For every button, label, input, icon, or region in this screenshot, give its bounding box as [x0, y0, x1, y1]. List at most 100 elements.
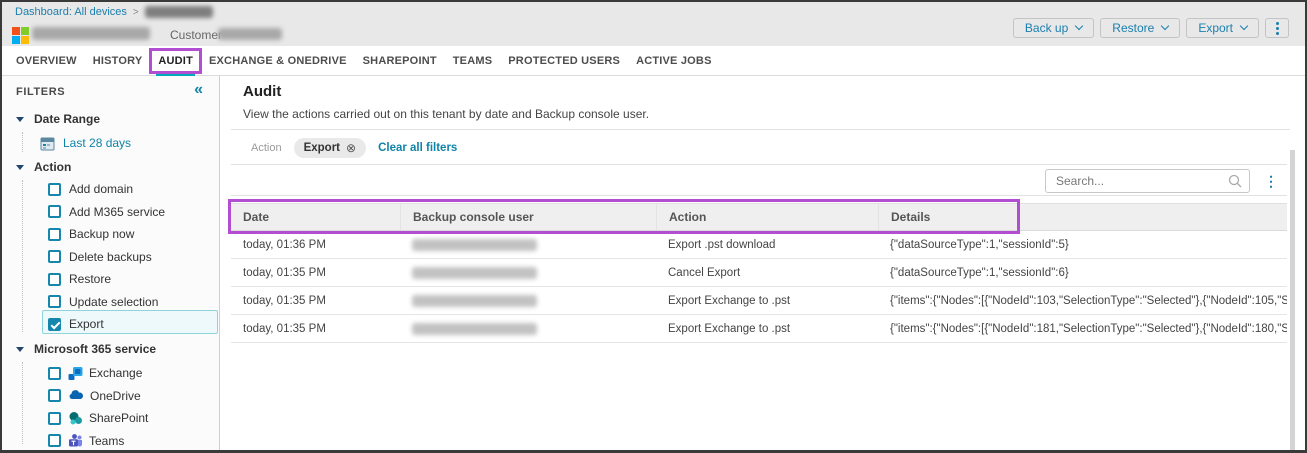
date-range-section-header[interactable]: Date Range — [16, 112, 100, 126]
checkbox-unchecked[interactable] — [48, 273, 61, 286]
clear-all-filters-link[interactable]: Clear all filters — [378, 142, 457, 154]
audit-panel: Audit View the actions carried out on th… — [221, 76, 1305, 450]
app-window: Dashboard: All devices > Customer Back u… — [0, 0, 1307, 453]
cell-user — [400, 287, 656, 314]
onedrive-icon — [68, 388, 84, 403]
checkbox-unchecked[interactable] — [48, 205, 61, 218]
chevron-down-icon — [1240, 22, 1248, 30]
cell-user — [400, 231, 656, 258]
backup-button[interactable]: Back up — [1013, 18, 1094, 38]
filter-option-sharepoint[interactable]: SharePoint — [48, 409, 148, 427]
filter-option-teams[interactable]: Teams — [48, 432, 124, 450]
breadcrumb-device-redacted[interactable] — [145, 6, 213, 18]
audit-table: Date Backup console user Action Details … — [231, 203, 1290, 343]
user-name-redacted — [412, 239, 537, 251]
chevron-down-icon — [1161, 22, 1169, 30]
checkbox-unchecked[interactable] — [48, 183, 61, 196]
tab-overview[interactable]: OVERVIEW — [8, 46, 85, 75]
cell-user — [400, 315, 656, 342]
page-description: View the actions carried out on this ten… — [243, 107, 649, 121]
checkbox-unchecked[interactable] — [48, 250, 61, 263]
vertical-scrollbar[interactable] — [1287, 150, 1295, 450]
exchange-icon — [68, 366, 83, 381]
table-row[interactable]: today, 01:35 PM Export Exchange to .pst … — [231, 315, 1290, 343]
table-row[interactable]: today, 01:35 PM Export Exchange to .pst … — [231, 287, 1290, 315]
cell-action: Cancel Export — [656, 259, 878, 286]
divider — [231, 195, 1290, 196]
cell-user — [400, 259, 656, 286]
teams-icon — [68, 433, 83, 448]
tab-active-jobs[interactable]: ACTIVE JOBS — [628, 46, 720, 75]
tree-dotted-line — [22, 362, 23, 444]
tab-sharepoint[interactable]: SHAREPOINT — [355, 46, 445, 75]
filter-option-exchange[interactable]: Exchange — [48, 364, 142, 382]
tab-audit[interactable]: AUDIT — [150, 46, 201, 75]
tab-bar: OVERVIEW HISTORY AUDIT EXCHANGE & ONEDRI… — [2, 46, 1305, 76]
calendar-icon — [40, 136, 55, 151]
date-range-value[interactable]: Last 28 days — [40, 134, 131, 152]
filters-title: FILTERS — [16, 86, 65, 98]
filter-option-onedrive[interactable]: OneDrive — [48, 387, 141, 405]
column-header-action[interactable]: Action — [656, 204, 878, 230]
table-kebab-menu-icon[interactable]: ⋮ — [1260, 172, 1282, 190]
search-input[interactable] — [1045, 169, 1250, 193]
checkbox-unchecked[interactable] — [48, 389, 61, 402]
user-name-redacted — [412, 267, 537, 279]
tenant-name-redacted — [32, 27, 150, 40]
checkbox-unchecked[interactable] — [48, 434, 61, 447]
cell-action: Export Exchange to .pst — [656, 315, 878, 342]
action-section-header[interactable]: Action — [16, 160, 71, 174]
table-row[interactable]: today, 01:35 PM Cancel Export {"dataSour… — [231, 259, 1290, 287]
sharepoint-icon — [68, 411, 83, 426]
checkbox-unchecked[interactable] — [48, 295, 61, 308]
column-header-date[interactable]: Date — [231, 204, 400, 230]
page-title: Audit — [243, 83, 281, 100]
customer-name-redacted — [218, 28, 282, 40]
cell-action: Export Exchange to .pst — [656, 287, 878, 314]
breadcrumb-dashboard-link[interactable]: Dashboard: All devices — [15, 6, 127, 18]
export-button[interactable]: Export — [1186, 18, 1259, 38]
tab-protected-users[interactable]: PROTECTED USERS — [500, 46, 628, 75]
customer-label: Customer — [170, 28, 222, 42]
checkbox-unchecked[interactable] — [48, 228, 61, 241]
filter-option-add-domain[interactable]: Add domain — [48, 180, 133, 198]
tab-history[interactable]: HISTORY — [85, 46, 151, 75]
header-actions: Back up Restore Export — [1013, 18, 1289, 38]
tab-exchange-onedrive[interactable]: EXCHANGE & ONEDRIVE — [201, 46, 355, 75]
m365-service-section-header[interactable]: Microsoft 365 service — [16, 342, 156, 356]
filter-chip-export[interactable]: Export ⊗ — [294, 138, 366, 158]
remove-filter-icon[interactable]: ⊗ — [346, 141, 356, 155]
filter-option-export[interactable]: Export — [48, 315, 104, 333]
collapse-sidebar-icon[interactable]: « — [194, 81, 203, 99]
caret-down-icon — [16, 347, 24, 352]
cell-details: {"items":{"Nodes":[{"NodeId":181,"Select… — [878, 315, 1290, 342]
user-name-redacted — [412, 295, 537, 307]
filter-option-backup-now[interactable]: Backup now — [48, 225, 134, 243]
restore-button[interactable]: Restore — [1100, 18, 1180, 38]
filter-option-delete-backups[interactable]: Delete backups — [48, 248, 152, 266]
table-row[interactable]: today, 01:36 PM Export .pst download {"d… — [231, 231, 1290, 259]
header-kebab-menu-icon[interactable] — [1265, 18, 1289, 38]
checkbox-checked[interactable] — [48, 318, 61, 331]
filter-option-add-m365-service[interactable]: Add M365 service — [48, 203, 165, 221]
checkbox-unchecked[interactable] — [48, 412, 61, 425]
filter-option-restore[interactable]: Restore — [48, 270, 111, 288]
filter-option-update-selection[interactable]: Update selection — [48, 293, 158, 311]
search-box — [1045, 169, 1250, 193]
column-header-backup-console-user[interactable]: Backup console user — [400, 204, 656, 230]
tree-dotted-line — [22, 132, 23, 152]
table-toolbar: ⋮ — [1045, 169, 1282, 193]
column-header-details[interactable]: Details — [878, 204, 1290, 230]
divider — [231, 129, 1290, 130]
cell-date: today, 01:35 PM — [231, 259, 400, 286]
search-icon — [1228, 174, 1242, 188]
breadcrumb: Dashboard: All devices > — [15, 6, 213, 18]
cell-details: {"items":{"Nodes":[{"NodeId":103,"Select… — [878, 287, 1290, 314]
filters-sidebar: FILTERS « Date Range Last 28 days Action… — [2, 76, 220, 450]
tab-teams[interactable]: TEAMS — [445, 46, 501, 75]
caret-down-icon — [16, 117, 24, 122]
tree-dotted-line — [22, 180, 23, 332]
cell-action: Export .pst download — [656, 231, 878, 258]
divider — [231, 164, 1290, 165]
checkbox-unchecked[interactable] — [48, 367, 61, 380]
